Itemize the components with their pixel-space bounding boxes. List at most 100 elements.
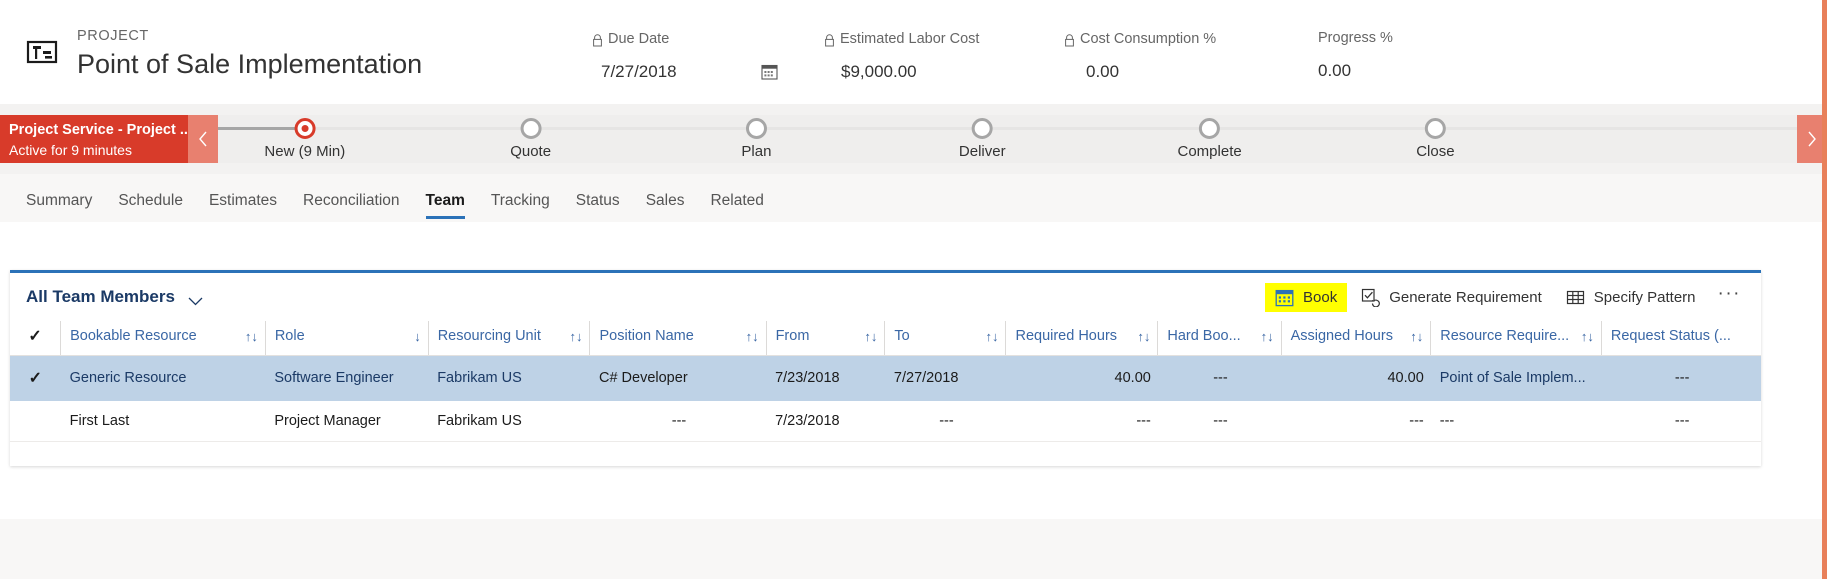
metric-cost-consumption-label: Cost Consumption % xyxy=(1080,31,1217,47)
page-footer-band xyxy=(0,519,1827,579)
column-header-from[interactable]: From ↑↓ xyxy=(765,321,885,356)
process-stage-label: New (9 Min) xyxy=(264,143,346,160)
lock-icon xyxy=(1064,33,1075,47)
process-stage-complete[interactable]: Complete xyxy=(1178,115,1242,160)
tab-sales[interactable]: Sales xyxy=(633,191,698,222)
project-record-page: PROJECT Point of Sale Implementation Due… xyxy=(0,0,1827,579)
metric-cost-consumption-value: 0.00 xyxy=(1086,62,1120,81)
metric-progress-label-row: Progress % xyxy=(1318,29,1393,47)
book-button-label: Book xyxy=(1303,288,1338,306)
page-title: Point of Sale Implementation xyxy=(77,49,423,79)
overflow-menu-button[interactable]: ··· xyxy=(1706,283,1753,311)
specify-pattern-button[interactable]: Specify Pattern xyxy=(1556,284,1706,311)
column-header-role[interactable]: Role ↓ xyxy=(264,321,429,356)
cell-hard-booked: --- xyxy=(1157,355,1282,401)
grid-toolbar: All Team Members Book Generate Requireme… xyxy=(10,273,1761,321)
process-stage-track: New (9 Min) Quote Plan Deliver Complete … xyxy=(218,115,1797,163)
metric-progress-label: Progress % xyxy=(1318,30,1393,46)
tab-status[interactable]: Status xyxy=(563,191,633,222)
cell-bookable-resource[interactable]: Generic Resource xyxy=(60,355,266,401)
cell-position-name: --- xyxy=(589,400,767,442)
sort-both-icon: ↑↓ xyxy=(1580,328,1594,344)
process-stage-plan[interactable]: Plan xyxy=(741,115,771,160)
metric-due-date-value: 7/27/2018 xyxy=(601,62,677,81)
tab-estimates[interactable]: Estimates xyxy=(196,191,290,222)
stage-node-icon xyxy=(1424,118,1446,139)
checkmark-icon: ✓ xyxy=(28,370,43,387)
sort-both-icon: ↑↓ xyxy=(1260,328,1274,344)
cell-resourcing-unit[interactable]: Fabrikam US xyxy=(428,355,590,401)
column-header-select-all[interactable]: ✓ xyxy=(10,321,61,356)
table-row[interactable]: ✓ Generic Resource Software Engineer Fab… xyxy=(10,355,1761,401)
process-flow-tag[interactable]: Project Service - Project ... Active for… xyxy=(0,115,192,163)
column-header-resourcing-unit[interactable]: Resourcing Unit ↑↓ xyxy=(427,321,590,356)
column-header-position-name[interactable]: Position Name ↑↓ xyxy=(589,321,767,356)
cell-from: 7/23/2018 xyxy=(766,355,885,401)
table-row[interactable]: First Last Project Manager Fabrikam US -… xyxy=(10,400,1761,442)
column-header-to[interactable]: To ↑↓ xyxy=(884,321,1006,356)
column-label: Assigned Hours xyxy=(1290,328,1393,344)
column-header-request-status[interactable]: Request Status (... xyxy=(1600,321,1761,356)
sort-both-icon: ↑↓ xyxy=(985,328,999,344)
tab-team[interactable]: Team xyxy=(413,191,478,222)
process-stage-label: Close xyxy=(1416,143,1455,160)
view-selector[interactable]: All Team Members xyxy=(26,287,203,307)
cell-role[interactable]: Software Engineer xyxy=(265,355,429,401)
cell-resource-requirement[interactable]: Point of Sale Implem... xyxy=(1430,355,1602,401)
lock-icon xyxy=(824,33,835,47)
column-header-resource-requirement[interactable]: Resource Require... ↑↓ xyxy=(1430,321,1602,356)
cell-role[interactable]: Project Manager xyxy=(265,400,429,442)
process-stage-label: Deliver xyxy=(958,143,1006,160)
cell-request-status: --- xyxy=(1601,400,1761,442)
sort-both-icon: ↑↓ xyxy=(745,328,759,344)
book-button[interactable]: Book xyxy=(1265,282,1348,312)
tab-reconciliation[interactable]: Reconciliation xyxy=(290,191,413,222)
row-select-checkbox[interactable]: ✓ xyxy=(10,355,61,401)
column-label: Resource Require... xyxy=(1440,328,1570,344)
metric-estimated-labor-cost-value: $9,000.00 xyxy=(841,62,917,81)
column-label: Resourcing Unit xyxy=(437,328,541,344)
calendar-icon[interactable] xyxy=(761,63,778,85)
column-label: Bookable Resource xyxy=(70,328,197,344)
sort-both-icon: ↑↓ xyxy=(244,328,258,344)
cell-position-name: C# Developer xyxy=(589,355,767,401)
column-label: Role xyxy=(274,328,305,344)
row-select-checkbox[interactable] xyxy=(10,400,61,442)
column-header-hard-booked[interactable]: Hard Boo... ↑↓ xyxy=(1157,321,1282,356)
sort-both-icon: ↑↓ xyxy=(569,328,583,344)
process-stage-deliver[interactable]: Deliver xyxy=(959,115,1006,160)
table-header-row: ✓ Bookable Resource ↑↓ Role ↓ Resourcing U… xyxy=(10,321,1761,356)
lock-icon xyxy=(592,33,603,47)
cell-assigned-hours: 40.00 xyxy=(1281,355,1431,401)
cell-to: 7/27/2018 xyxy=(884,355,1006,401)
process-stage-label: Complete xyxy=(1177,143,1242,160)
sort-both-icon: ↑↓ xyxy=(1410,328,1424,344)
process-stage-label: Quote xyxy=(510,143,552,160)
specify-pattern-label: Specify Pattern xyxy=(1593,288,1696,306)
cell-resourcing-unit[interactable]: Fabrikam US xyxy=(428,400,590,442)
tab-related[interactable]: Related xyxy=(697,191,776,222)
generate-requirement-icon xyxy=(1361,288,1381,307)
column-header-assigned-hours[interactable]: Assigned Hours ↑↓ xyxy=(1280,321,1431,356)
chevron-down-icon xyxy=(188,293,203,305)
cell-bookable-resource[interactable]: First Last xyxy=(60,400,266,442)
generate-requirement-button[interactable]: Generate Requirement xyxy=(1351,284,1552,311)
column-header-required-hours[interactable]: Required Hours ↑↓ xyxy=(1005,321,1158,356)
stage-node-icon xyxy=(520,118,542,139)
right-edge-strip xyxy=(1822,0,1827,579)
project-icon xyxy=(22,32,62,72)
chevron-left-icon[interactable] xyxy=(188,115,218,163)
grid-pattern-icon xyxy=(1566,288,1585,307)
metric-due-date-label-row: Due Date xyxy=(592,30,677,48)
sort-both-icon: ↑↓ xyxy=(1137,328,1151,344)
cell-required-hours: 40.00 xyxy=(1005,355,1158,401)
process-stage-label: Plan xyxy=(741,143,772,160)
process-stage-quote[interactable]: Quote xyxy=(510,115,551,160)
process-stage-close[interactable]: Close xyxy=(1416,115,1455,160)
tab-summary[interactable]: Summary xyxy=(13,191,105,222)
tab-tracking[interactable]: Tracking xyxy=(478,191,563,222)
stage-node-icon xyxy=(971,118,993,139)
process-stage-new[interactable]: New (9 Min) xyxy=(264,115,345,160)
column-header-bookable-resource[interactable]: Bookable Resource ↑↓ xyxy=(60,321,266,356)
tab-schedule[interactable]: Schedule xyxy=(105,191,196,222)
